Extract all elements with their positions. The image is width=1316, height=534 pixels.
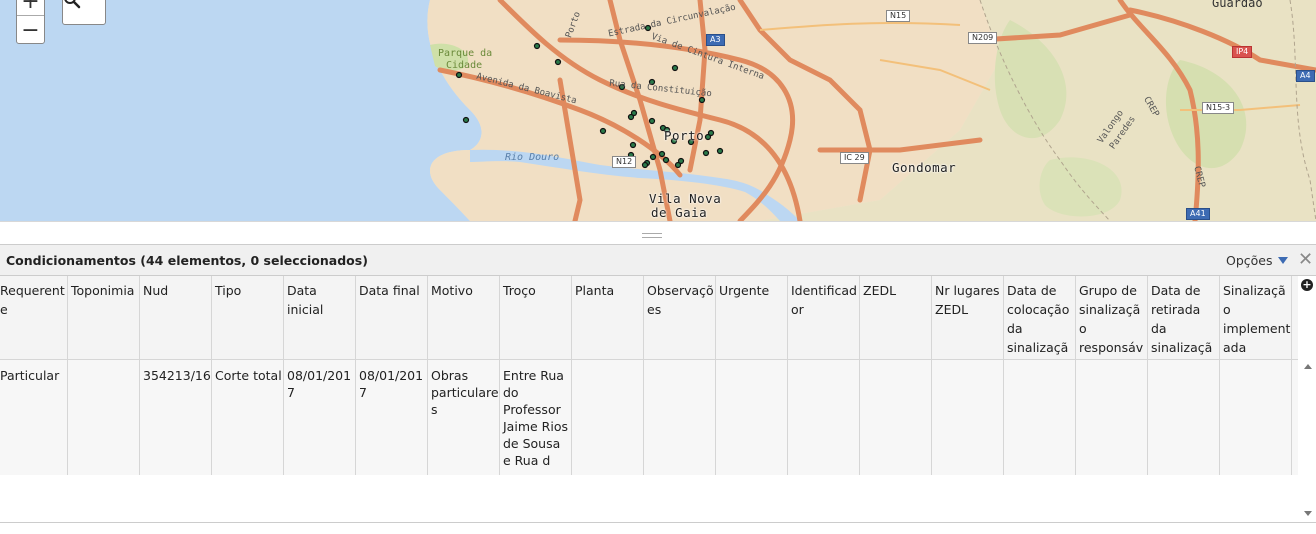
zoom-in-button[interactable]: + — [17, 0, 44, 15]
column-header[interactable]: Data de retirada da sinalização — [1148, 276, 1220, 359]
close-icon[interactable]: ✕ — [1298, 250, 1313, 270]
table-cell: 08/01/2017 — [356, 360, 428, 476]
table-header-row: Requerente Toponimia Nud Tipo Data inicial Da… — [0, 276, 1298, 360]
scroll-up-icon[interactable] — [1304, 364, 1312, 369]
table-cell: Corte total — [212, 360, 284, 476]
table-cell — [1220, 360, 1292, 476]
table-cell: 08/01/2017 — [284, 360, 356, 476]
column-header[interactable]: Toponimia — [68, 276, 140, 359]
table-empty-area — [0, 475, 1298, 522]
map-shield-a41: A41 — [1186, 208, 1210, 220]
column-header[interactable]: Nud — [140, 276, 212, 359]
map-label-guardao: Guardão — [1212, 0, 1263, 10]
table-cell: Particular — [0, 360, 68, 476]
attribute-table-header: Condicionamentos (44 elementos, 0 selecc… — [0, 244, 1316, 276]
options-menu[interactable]: Opções — [1226, 253, 1288, 268]
zoom-control: + − — [16, 0, 45, 44]
column-header[interactable]: Identificador — [788, 276, 860, 359]
horizontal-scrollbar[interactable] — [0, 522, 1316, 534]
table-cell — [644, 360, 716, 476]
map-label-vila-nova: Vila Nova — [649, 191, 722, 206]
map-shield-n15: N15 — [886, 10, 911, 22]
map-shield-ic29: IC 29 — [840, 152, 869, 164]
column-header[interactable]: Data inicial — [284, 276, 356, 359]
table-row[interactable]: Particular 354213/16 Corte total 08/01/2017… — [0, 360, 1298, 476]
table-cell — [1148, 360, 1220, 476]
column-header[interactable]: Requerente — [0, 276, 68, 359]
table-cell: Obras particulares — [428, 360, 500, 476]
map-label-parque-2: Cidade — [446, 60, 483, 71]
column-header[interactable]: Motivo — [428, 276, 500, 359]
table-cell: 354213/16 — [140, 360, 212, 476]
map-search-button[interactable] — [62, 0, 106, 25]
column-header[interactable]: Urgente — [716, 276, 788, 359]
table-cell: Entre Rua do Professor Jaime Rios de Sou… — [500, 360, 572, 476]
column-header[interactable]: Planta — [572, 276, 644, 359]
column-header[interactable]: Grupo de sinalização responsável — [1076, 276, 1148, 359]
map-shield-ip4: IP4 — [1232, 46, 1253, 58]
column-header[interactable]: Nr lugares ZEDL — [932, 276, 1004, 359]
table-cell — [1004, 360, 1076, 476]
column-header[interactable]: Tipo — [212, 276, 284, 359]
column-header[interactable]: Troço — [500, 276, 572, 359]
options-label: Opções — [1226, 253, 1273, 268]
map-label-gondomar: Gondomar — [892, 160, 957, 175]
column-header[interactable]: ZEDL — [860, 276, 932, 359]
table-cell — [932, 360, 1004, 476]
table-cell — [788, 360, 860, 476]
column-header[interactable]: Data final — [356, 276, 428, 359]
map-shield-n12: N12 — [612, 156, 637, 168]
vertical-scrollbar[interactable] — [1298, 276, 1316, 522]
add-column-icon[interactable]: + — [1301, 279, 1313, 291]
search-icon — [64, 0, 81, 9]
map-shield-a4: A4 — [1296, 70, 1315, 82]
panel-title: Condicionamentos (44 elementos, 0 selecc… — [6, 253, 368, 268]
map-shield-a3: A3 — [706, 34, 725, 46]
column-header[interactable]: Data de colocação da sinalização — [1004, 276, 1076, 359]
map-label-porto: Porto — [664, 128, 705, 143]
table-cell — [716, 360, 788, 476]
column-header[interactable]: Observações — [644, 276, 716, 359]
map-view[interactable]: Guardão Porto Gondomar Vila Nova de Gaia… — [0, 0, 1316, 221]
table-cell — [860, 360, 932, 476]
table-cell — [68, 360, 140, 476]
map-label-de-gaia: de Gaia — [651, 205, 708, 220]
map-shield-n209: N209 — [968, 32, 998, 44]
map-label-rio-douro: Rio Douro — [505, 152, 560, 163]
scroll-down-icon[interactable] — [1304, 511, 1312, 516]
map-shield-n15-3: N15-3 — [1202, 102, 1235, 114]
column-header[interactable]: Sinalização implementada — [1220, 276, 1292, 359]
map-label-parque-1: Parque da — [438, 48, 493, 59]
table-cell — [1076, 360, 1148, 476]
caret-down-icon — [1277, 257, 1288, 264]
zoom-out-button[interactable]: − — [17, 15, 44, 44]
attribute-table: Requerente Toponimia Nud Tipo Data inicial Da… — [0, 276, 1298, 476]
grip-icon — [642, 233, 662, 238]
panel-resize-handle[interactable] — [0, 221, 1316, 244]
table-cell — [572, 360, 644, 476]
